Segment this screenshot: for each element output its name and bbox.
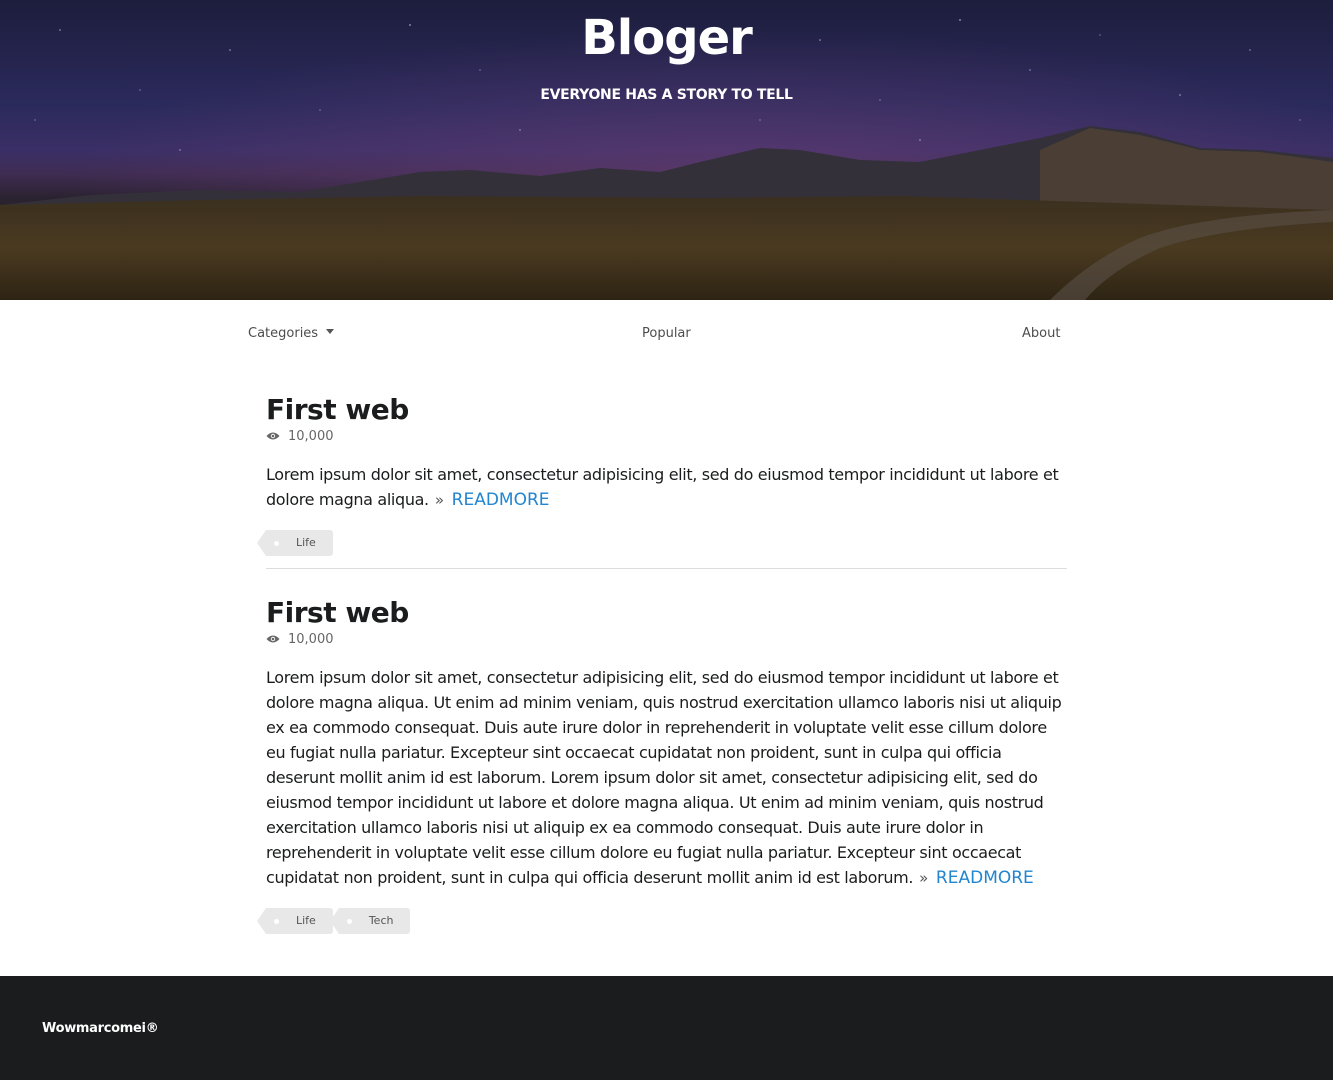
nav-about[interactable]: About — [1022, 326, 1060, 341]
site-title: Bloger — [581, 10, 753, 66]
tag-list: Life — [257, 530, 1067, 556]
site-tagline: EVERYONE HAS A STORY TO TELL — [540, 87, 793, 103]
tag-label[interactable]: Life — [257, 530, 333, 556]
post-title[interactable]: First web — [266, 394, 1067, 426]
post-views: 10,000 — [266, 428, 1067, 444]
post-excerpt-text: Lorem ipsum dolor sit amet, consectetur … — [266, 668, 1062, 887]
double-chevron-right-icon: » — [919, 869, 928, 887]
eye-icon — [266, 635, 280, 643]
tag-text: Tech — [368, 914, 394, 927]
main-nav: Categories Popular About — [0, 300, 1333, 368]
nav-popular[interactable]: Popular — [642, 326, 691, 341]
post-title[interactable]: First web — [266, 597, 1067, 629]
tag-text: Life — [296, 536, 316, 549]
post-divider — [266, 568, 1067, 569]
footer-brand: Wowmarcomei® — [42, 1021, 159, 1036]
post-excerpt: Lorem ipsum dolor sit amet, consectetur … — [266, 665, 1067, 891]
view-count: 10,000 — [288, 428, 334, 444]
tag-hole-icon — [346, 919, 352, 924]
post-card: First web 10,000 Lorem ipsum dolor sit a… — [257, 394, 1067, 556]
site-footer: Wowmarcomei® — [0, 976, 1333, 1080]
caret-down-icon — [326, 329, 335, 334]
tag-hole-icon — [274, 541, 279, 546]
double-chevron-right-icon: » — [434, 491, 444, 509]
hero-banner: Bloger EVERYONE HAS A STORY TO TELL — [0, 0, 1333, 300]
view-count: 10,000 — [288, 631, 334, 647]
tag-list: Life Tech — [257, 908, 1067, 934]
tag-hole-icon — [274, 919, 279, 924]
readmore-link[interactable]: READMORE — [936, 868, 1034, 888]
tag-label[interactable]: Life — [257, 908, 333, 934]
readmore-link[interactable]: READMORE — [452, 490, 550, 510]
eye-icon — [266, 432, 280, 440]
post-excerpt-text: Lorem ipsum dolor sit amet, consectetur … — [266, 465, 1059, 509]
nav-categories-label: Categories — [248, 326, 319, 341]
tag-text: Life — [296, 914, 316, 927]
post-card: First web 10,000 Lorem ipsum dolor sit a… — [257, 597, 1067, 934]
nav-categories-dropdown[interactable]: Categories — [248, 326, 335, 341]
tag-label[interactable]: Tech — [329, 908, 411, 934]
post-views: 10,000 — [266, 631, 1067, 647]
post-excerpt: Lorem ipsum dolor sit amet, consectetur … — [266, 462, 1067, 513]
